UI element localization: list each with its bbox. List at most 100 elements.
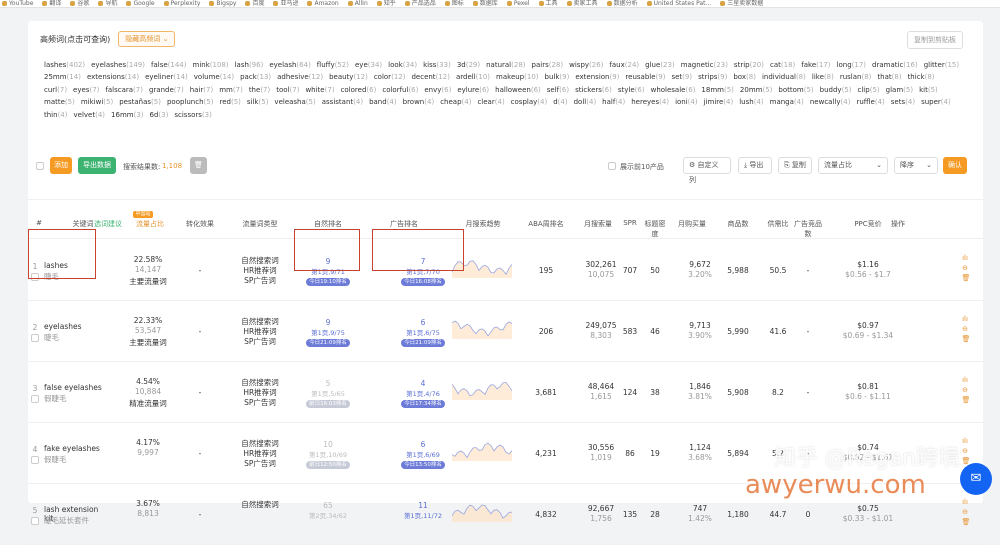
column-header[interactable]: 广告竞品数 bbox=[793, 219, 823, 239]
add-button[interactable]: 添加 bbox=[50, 157, 72, 174]
sort-order-select[interactable]: 降序 ⌄ bbox=[894, 157, 938, 174]
keyword-chip[interactable]: 16mm(3) bbox=[111, 109, 143, 121]
download-button[interactable]: ⤓ 导出 bbox=[738, 157, 772, 174]
keyword-chip[interactable]: strip(20) bbox=[734, 59, 764, 71]
bookmark-item[interactable]: 翻译 bbox=[42, 0, 61, 7]
keyword-chip[interactable]: the(7) bbox=[249, 84, 270, 96]
keyword-chip[interactable]: eyeliner(14) bbox=[145, 71, 188, 83]
keyword-chip[interactable]: pestañas(5) bbox=[119, 96, 161, 108]
keyword-chip[interactable]: kit(5) bbox=[919, 84, 938, 96]
keyword-chip[interactable]: box(8) bbox=[733, 71, 756, 83]
bookmark-item[interactable]: AllIn bbox=[348, 0, 368, 7]
top10-checkbox[interactable] bbox=[608, 162, 616, 170]
keyword-chip[interactable]: wispy(26) bbox=[569, 59, 603, 71]
keyword-chip[interactable]: buddy(5) bbox=[820, 84, 852, 96]
keyword-chip[interactable]: 25mm(14) bbox=[44, 71, 81, 83]
row-checkbox[interactable] bbox=[31, 456, 39, 464]
bookmark-item[interactable]: 谷歌 bbox=[70, 0, 89, 7]
keyword-chip[interactable]: fluffy(52) bbox=[317, 59, 349, 71]
minus-circle-icon[interactable]: ⊖ bbox=[962, 265, 969, 272]
keyword-chip[interactable]: volume(14) bbox=[194, 71, 234, 83]
chart-icon[interactable]: ılı bbox=[962, 438, 969, 445]
keyword-chip[interactable]: curl(7) bbox=[44, 84, 67, 96]
keyword-chip[interactable]: eylure(6) bbox=[457, 84, 489, 96]
bookmark-item[interactable]: Pexel bbox=[507, 0, 530, 7]
keyword-chip[interactable]: false(144) bbox=[151, 59, 187, 71]
keyword-chip[interactable]: dramatic(16) bbox=[872, 59, 918, 71]
keyword-chip[interactable]: extension(9) bbox=[575, 71, 619, 83]
keyword-chip[interactable]: eyelashes(149) bbox=[91, 59, 145, 71]
export-data-button[interactable]: 导出数据 bbox=[78, 157, 116, 174]
keyword-chip[interactable]: eyelash(64) bbox=[269, 59, 310, 71]
row-checkbox[interactable] bbox=[31, 517, 39, 525]
bookmark-item[interactable]: United States Pat... bbox=[647, 0, 712, 7]
trash-icon[interactable]: 🗑 bbox=[962, 519, 971, 526]
keyword-chip[interactable]: colored(6) bbox=[341, 84, 377, 96]
keyword-chip[interactable]: that(8) bbox=[877, 71, 901, 83]
hide-keywords-dropdown[interactable]: 隐藏高频词 ⌄ bbox=[118, 31, 176, 47]
keyword-chip[interactable]: reusable(9) bbox=[625, 71, 665, 83]
keyword-chip[interactable]: strips(9) bbox=[698, 71, 727, 83]
keyword-chip[interactable]: kiss(33) bbox=[423, 59, 451, 71]
bookmark-item[interactable]: Google bbox=[126, 0, 154, 7]
trash-icon[interactable]: 🗑 bbox=[962, 336, 971, 343]
trash-icon[interactable]: 🗑 bbox=[962, 397, 971, 404]
bookmark-item[interactable]: 数据分析 bbox=[607, 0, 638, 7]
column-header[interactable]: 月搜索趋势 bbox=[448, 219, 518, 229]
minus-circle-icon[interactable]: ⊖ bbox=[962, 509, 969, 516]
column-header[interactable]: 自然排名 bbox=[298, 219, 358, 229]
chat-icon[interactable]: ✉ bbox=[960, 463, 992, 495]
keyword-chip[interactable]: stickers(6) bbox=[575, 84, 612, 96]
column-header[interactable]: # bbox=[34, 219, 44, 227]
keyword-chip[interactable]: 6d(3) bbox=[150, 109, 169, 121]
keyword-chip[interactable]: magnetic(23) bbox=[681, 59, 728, 71]
keyword-chip[interactable]: bulk(9) bbox=[545, 71, 570, 83]
keyword-chip[interactable]: d(4) bbox=[553, 96, 567, 108]
bookmark-item[interactable]: 产品选品 bbox=[405, 0, 436, 7]
chart-icon[interactable]: ılı bbox=[962, 377, 969, 384]
keyword-chip[interactable]: makeup(10) bbox=[496, 71, 539, 83]
chart-icon[interactable]: ılı bbox=[962, 255, 969, 262]
minus-circle-icon[interactable]: ⊖ bbox=[962, 448, 969, 455]
keyword-chip[interactable]: glam(5) bbox=[886, 84, 913, 96]
keyword-chip[interactable]: decent(12) bbox=[411, 71, 449, 83]
keyword-chip[interactable]: velvet(4) bbox=[74, 109, 106, 121]
bookmark-item[interactable]: 百度 bbox=[245, 0, 264, 7]
bookmark-item[interactable]: 图标 bbox=[445, 0, 464, 7]
column-header[interactable]: 标题密度 bbox=[643, 219, 667, 239]
keyword-chip[interactable]: style(6) bbox=[618, 84, 645, 96]
bookmark-item[interactable]: YouTube bbox=[2, 0, 33, 7]
bookmark-item[interactable]: 三星卖家数据 bbox=[720, 0, 763, 7]
keyword-chip[interactable]: look(34) bbox=[388, 59, 417, 71]
keyword-chip[interactable]: super(4) bbox=[921, 96, 951, 108]
keyword-chip[interactable]: lush(4) bbox=[739, 96, 763, 108]
keyword-chip[interactable]: cheap(4) bbox=[440, 96, 471, 108]
bookmark-item[interactable]: 数据库 bbox=[473, 0, 498, 7]
keyword-chip[interactable]: halloween(6) bbox=[495, 84, 541, 96]
keyword-chip[interactable]: scissors(3) bbox=[174, 109, 211, 121]
select-all-checkbox[interactable] bbox=[36, 162, 44, 170]
copy-to-clipboard-button[interactable]: 复制到剪贴板 bbox=[907, 31, 963, 49]
keyword-chip[interactable]: cat(18) bbox=[770, 59, 795, 71]
keyword-chip[interactable]: red(5) bbox=[219, 96, 240, 108]
bookmark-item[interactable]: 知乎 bbox=[377, 0, 396, 7]
bookmark-item[interactable]: Amazon bbox=[307, 0, 338, 7]
keyword-chip[interactable]: lash(96) bbox=[235, 59, 264, 71]
keyword-chip[interactable]: self(6) bbox=[547, 84, 569, 96]
keyword-chip[interactable]: colorful(6) bbox=[382, 84, 418, 96]
minus-circle-icon[interactable]: ⊖ bbox=[962, 326, 969, 333]
keyword-chip[interactable]: veleasha(5) bbox=[274, 96, 315, 108]
column-header[interactable]: 流量词类型 bbox=[230, 219, 290, 229]
table-row[interactable]: 1 lashes 睫毛 22.58% 14,147 主要流量词 - 自然搜索词 HR推荐词 SP广… bbox=[28, 240, 983, 301]
keyword-chip[interactable]: tool(7) bbox=[276, 84, 299, 96]
keyword-chip[interactable]: mm(7) bbox=[219, 84, 243, 96]
column-header[interactable]: 月搜索量 bbox=[578, 219, 618, 229]
keyword-chip[interactable]: newcally(4) bbox=[810, 96, 851, 108]
keyword-chip[interactable]: eye(34) bbox=[355, 59, 382, 71]
keyword-chip[interactable]: set(9) bbox=[671, 71, 692, 83]
keyword-chip[interactable]: long(17) bbox=[837, 59, 867, 71]
confirm-button[interactable]: 确认 bbox=[943, 157, 967, 174]
keyword-chip[interactable]: pooplunch(5) bbox=[167, 96, 214, 108]
keyword-chip[interactable]: extensions(14) bbox=[87, 71, 139, 83]
keyword-chip[interactable]: individual(8) bbox=[762, 71, 806, 83]
